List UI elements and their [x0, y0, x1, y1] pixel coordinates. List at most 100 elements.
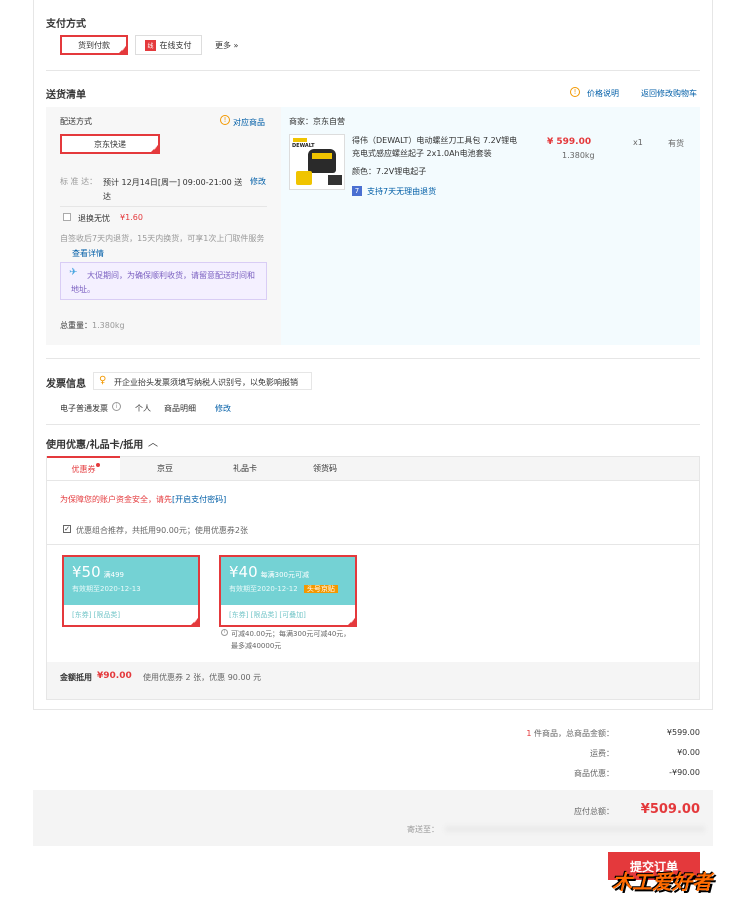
- stock-status: 有货: [668, 139, 684, 148]
- freight-value: ¥0.00: [677, 748, 700, 757]
- brand-text: DEWALT: [292, 143, 315, 149]
- brand-tag: [293, 138, 307, 142]
- ship-to-label: 寄送至：: [407, 825, 439, 834]
- eta-value: 预计 12月14日[周一] 09:00-21:00 送达: [103, 178, 243, 201]
- battery-shape: [328, 175, 342, 185]
- goods-count: 1 件商品，总商品金额：: [526, 728, 614, 739]
- divider: [60, 206, 267, 207]
- view-detail-link[interactable]: 查看详情: [72, 248, 104, 259]
- coupon-card[interactable]: ¥40 每满300元可减 有效期至2020-12-12 头号京贴 [东券] [限品…: [219, 555, 357, 627]
- invoice-modify-link[interactable]: 修改: [215, 403, 231, 414]
- tab-jd-beans[interactable]: 京豆: [130, 456, 200, 480]
- goods-total: ¥599.00: [666, 728, 700, 737]
- selected-check-icon: [190, 617, 199, 626]
- coupon-expiry: 有效期至2020-12-12 头号京贴: [229, 584, 347, 594]
- seller-label: 商家：京东自营: [289, 117, 345, 126]
- discount-total-label: 金额抵用: [60, 673, 92, 682]
- tab-jd-beans-label: 京豆: [157, 463, 173, 473]
- shipping-title: 送货清单: [46, 90, 86, 101]
- jd-express-option[interactable]: 京东快递: [60, 134, 160, 154]
- tab-coupon-label: 优惠券: [71, 464, 96, 474]
- worry-free-desc: 自签收后7天内退货，15天内换货，可享1次上门取件服务: [60, 234, 265, 243]
- worry-free-checkbox[interactable]: [63, 213, 71, 221]
- coupon-badge: 头号京贴: [303, 585, 338, 593]
- match-goods-link[interactable]: 对应商品: [233, 117, 265, 128]
- discount-total-desc: 使用优惠券 2 张，优惠 90.00 元: [143, 673, 262, 682]
- payable-bar: [33, 790, 713, 846]
- watermark-logo: 木工爱好者: [612, 870, 712, 894]
- weight-label: 总重量：: [60, 321, 92, 330]
- tab-gift-card-label: 礼品卡: [233, 463, 257, 473]
- tab-coupon[interactable]: 优惠券: [47, 456, 120, 480]
- tab-redeem-code[interactable]: 领货码: [290, 456, 360, 480]
- goods-count-number: 1: [526, 729, 532, 738]
- carrier-label: 京东快递: [94, 139, 126, 149]
- payment-title: 支付方式: [46, 19, 86, 30]
- discount-total-value: ¥90.00: [97, 671, 132, 681]
- info-icon[interactable]: i: [112, 402, 121, 411]
- invoice-title: 发票信息: [46, 379, 86, 390]
- coupon-condition: 每满300元可减: [260, 571, 310, 579]
- total-weight: 总重量：1.380kg: [60, 320, 125, 331]
- payable-label: 应付总额：: [574, 807, 614, 816]
- coupon-amount: ¥40: [229, 563, 258, 581]
- coupon-expiry-text: 有效期至2020-12-12: [229, 585, 298, 593]
- chevron-up-icon[interactable]: ︿: [148, 434, 158, 449]
- goods-count-label: 件商品，总商品金额：: [534, 729, 614, 738]
- worry-free-price: ¥1.60: [120, 213, 143, 222]
- tab-gift-card[interactable]: 礼品卡: [210, 456, 280, 480]
- online-pay-icon: 线: [145, 39, 156, 51]
- payable-value: ¥509.00: [640, 802, 700, 817]
- tab-redeem-code-label: 领货码: [313, 463, 337, 473]
- cod-label: 货到付款: [78, 40, 110, 50]
- coupon-note: 可减40.00元；每满300元可减40元，最多减40000元: [231, 630, 351, 650]
- enable-pay-password-link[interactable]: [开启支付密码]: [172, 495, 226, 504]
- product-image[interactable]: DEWALT: [289, 134, 345, 190]
- coupon-expiry: 有效期至2020-12-13: [72, 585, 141, 593]
- invoice-tip: 开企业抬头发票须填写纳税人识别号，以免影响报销: [114, 378, 298, 387]
- divider: [46, 424, 700, 425]
- coupon-card[interactable]: ¥50 满499 有效期至2020-12-13 [东券] [限品类]: [62, 555, 200, 627]
- eta-label: 标 准 达：: [60, 177, 98, 186]
- divider: [47, 544, 699, 545]
- online-pay-label: 在线支付: [159, 40, 192, 50]
- divider: [46, 358, 700, 359]
- price-note-link[interactable]: 价格说明: [587, 88, 619, 99]
- coupon-condition: 满499: [103, 571, 125, 579]
- promo-value: -¥90.00: [669, 768, 700, 777]
- return-policy-icon: 7: [352, 186, 362, 196]
- invoice-type: 电子普通发票: [60, 404, 108, 413]
- notice-box: ✈ 大促期间，为确保顺利收货，请留意配送时间和地址。: [60, 262, 267, 300]
- driver-shape: [296, 171, 312, 185]
- invoice-tip-box: ♀ 开企业抬头发票须填写纳税人识别号，以免影响报销: [93, 372, 312, 390]
- divider: [46, 70, 700, 71]
- selected-check-icon: [150, 144, 159, 153]
- security-tip-text: 为保障您的账户资金安全，请先: [60, 495, 172, 504]
- back-to-cart-link[interactable]: 返回修改购物车: [641, 88, 697, 99]
- coupon-face: ¥50 满499 有效期至2020-12-13: [64, 557, 198, 605]
- new-dot: [96, 463, 100, 467]
- discount-title: 使用优惠/礼品卡/抵用: [46, 440, 144, 451]
- bag-stripe: [312, 153, 332, 159]
- info-icon: !: [220, 115, 230, 125]
- cod-option[interactable]: 货到付款: [60, 35, 128, 55]
- product-name-link[interactable]: 得伟（DEWALT）电动螺丝刀工具包 7.2V锂电充电式感应螺丝起子 2x1.0…: [352, 134, 524, 160]
- return-policy-text[interactable]: 支持7天无理由退货: [367, 186, 436, 197]
- product-color: 颜色：7.2V锂电起子: [352, 167, 427, 176]
- invoice-content: 商品明细: [164, 404, 196, 413]
- combo-checkbox[interactable]: ✓: [63, 525, 71, 533]
- selected-check-icon: [347, 617, 356, 626]
- online-pay-option[interactable]: 线 在线支付: [135, 35, 202, 55]
- notice-text: 大促期间，为确保顺利收货，请留意配送时间和地址。: [71, 271, 255, 294]
- info-icon: i: [221, 629, 228, 636]
- more-payment-link[interactable]: 更多 »: [215, 40, 238, 51]
- selected-check-icon: [118, 45, 127, 54]
- product-weight: 1.380kg: [562, 151, 595, 160]
- info-icon: !: [570, 87, 580, 97]
- product-qty: x1: [633, 138, 643, 147]
- address-blurred: [445, 826, 705, 832]
- eta-modify-link[interactable]: 修改: [250, 176, 266, 187]
- lightbulb-icon: ♀: [99, 375, 107, 386]
- weight-value: 1.380kg: [92, 321, 125, 330]
- coupon-tags: [东券] [限品类]: [72, 611, 121, 619]
